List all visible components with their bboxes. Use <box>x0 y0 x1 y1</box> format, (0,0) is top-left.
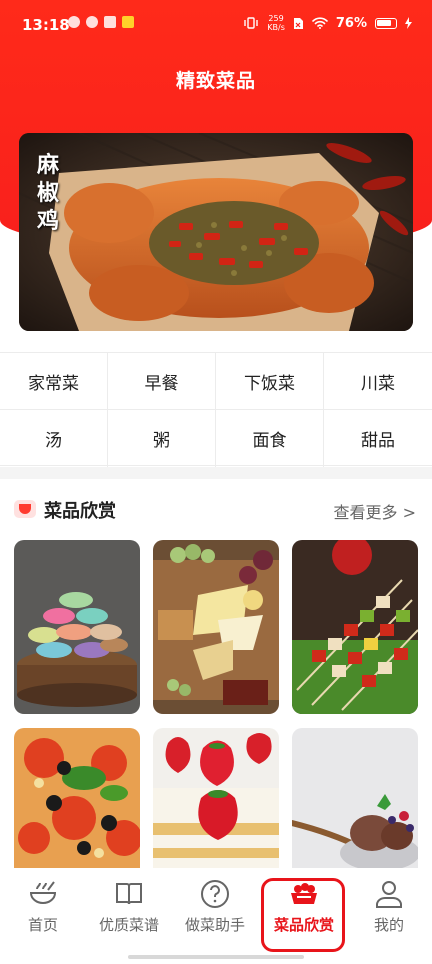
home-indicator[interactable] <box>128 955 304 959</box>
net-speed: 259 KB/s <box>267 14 285 32</box>
section-divider <box>0 467 432 479</box>
net-speed-value: 259 <box>268 14 284 23</box>
notification-icons <box>68 16 134 28</box>
category-noodles[interactable]: 面食 <box>216 410 324 467</box>
macarons-image <box>14 540 140 714</box>
status-time: 13:18 <box>22 16 70 34</box>
kebab-skewers-image <box>292 540 418 714</box>
banner-caption: 麻椒鸡 <box>37 152 60 234</box>
tab-recipes-label: 优质菜谱 <box>98 916 159 934</box>
category-xiafancai[interactable]: 下饭菜 <box>216 353 324 410</box>
tab-home[interactable]: 首页 <box>0 878 86 940</box>
active-tab-highlight <box>261 878 345 952</box>
category-jiachangcai[interactable]: 家常菜 <box>0 353 108 410</box>
roast-chicken-illustration <box>19 133 413 331</box>
category-soup[interactable]: 汤 <box>0 410 108 467</box>
strawberry-cake-image <box>153 728 279 868</box>
bottom-tab-bar: 首页 优质菜谱 做菜助手 菜品欣赏 我的 <box>0 868 432 964</box>
battery-percent: 76% <box>335 15 367 31</box>
sim-icon <box>293 17 303 29</box>
tab-home-label: 首页 <box>27 916 58 934</box>
photo-strawberry-cake[interactable] <box>153 728 279 868</box>
dish-icon <box>14 500 36 518</box>
user-icon <box>376 881 402 908</box>
tab-cooking-assistant[interactable]: 做菜助手 <box>172 878 258 940</box>
vibrate-icon <box>244 17 258 29</box>
cheese-platter-image <box>153 540 279 714</box>
chocolate-ice-cream-image <box>292 728 418 868</box>
page-title: 精致菜品 <box>175 70 256 92</box>
status-bar: 13:18 259 KB/s 76% <box>0 0 432 50</box>
app-notification-icon <box>86 16 98 28</box>
mail-icon <box>104 16 116 28</box>
help-icon <box>201 880 229 908</box>
tab-profile-label: 我的 <box>373 916 404 934</box>
photo-kebab-skewers[interactable] <box>292 540 418 714</box>
banner-image[interactable]: 麻椒鸡 <box>19 133 413 331</box>
category-sichuan[interactable]: 川菜 <box>324 353 432 410</box>
pizza-image <box>14 728 140 868</box>
wifi-icon <box>312 17 328 29</box>
bowl-icon <box>29 881 57 904</box>
battery-icon <box>375 17 397 29</box>
photo-pizza[interactable] <box>14 728 140 868</box>
tab-recipes[interactable]: 优质菜谱 <box>86 878 172 940</box>
photo-cheese-platter[interactable] <box>153 540 279 714</box>
category-grid: 家常菜 早餐 下饭菜 川菜 汤 粥 面食 甜品 <box>0 352 432 467</box>
net-speed-unit: KB/s <box>267 23 285 32</box>
tab-cooking-assistant-label: 做菜助手 <box>184 916 245 934</box>
app-badge-icon <box>122 16 134 28</box>
section-title: 菜品欣赏 <box>44 501 116 522</box>
status-right: 259 KB/s 76% <box>243 14 412 32</box>
photo-chocolate-ice-cream[interactable] <box>292 728 418 868</box>
photo-macarons[interactable] <box>14 540 140 714</box>
recipe-book-icon <box>116 883 142 905</box>
category-dessert[interactable]: 甜品 <box>324 410 432 467</box>
dish-gallery <box>0 538 432 868</box>
section-header: 菜品欣赏 查看更多 > <box>0 480 432 538</box>
category-breakfast[interactable]: 早餐 <box>108 353 216 410</box>
category-congee[interactable]: 粥 <box>108 410 216 467</box>
app-screen: 13:18 259 KB/s 76% 精致菜品 麻椒鸡 家常菜 早餐 下饭菜 川… <box>0 0 432 964</box>
download-icon <box>68 16 80 28</box>
charging-icon <box>405 17 412 29</box>
view-more-link[interactable]: 查看更多 > <box>334 499 417 523</box>
tab-profile[interactable]: 我的 <box>346 878 432 940</box>
